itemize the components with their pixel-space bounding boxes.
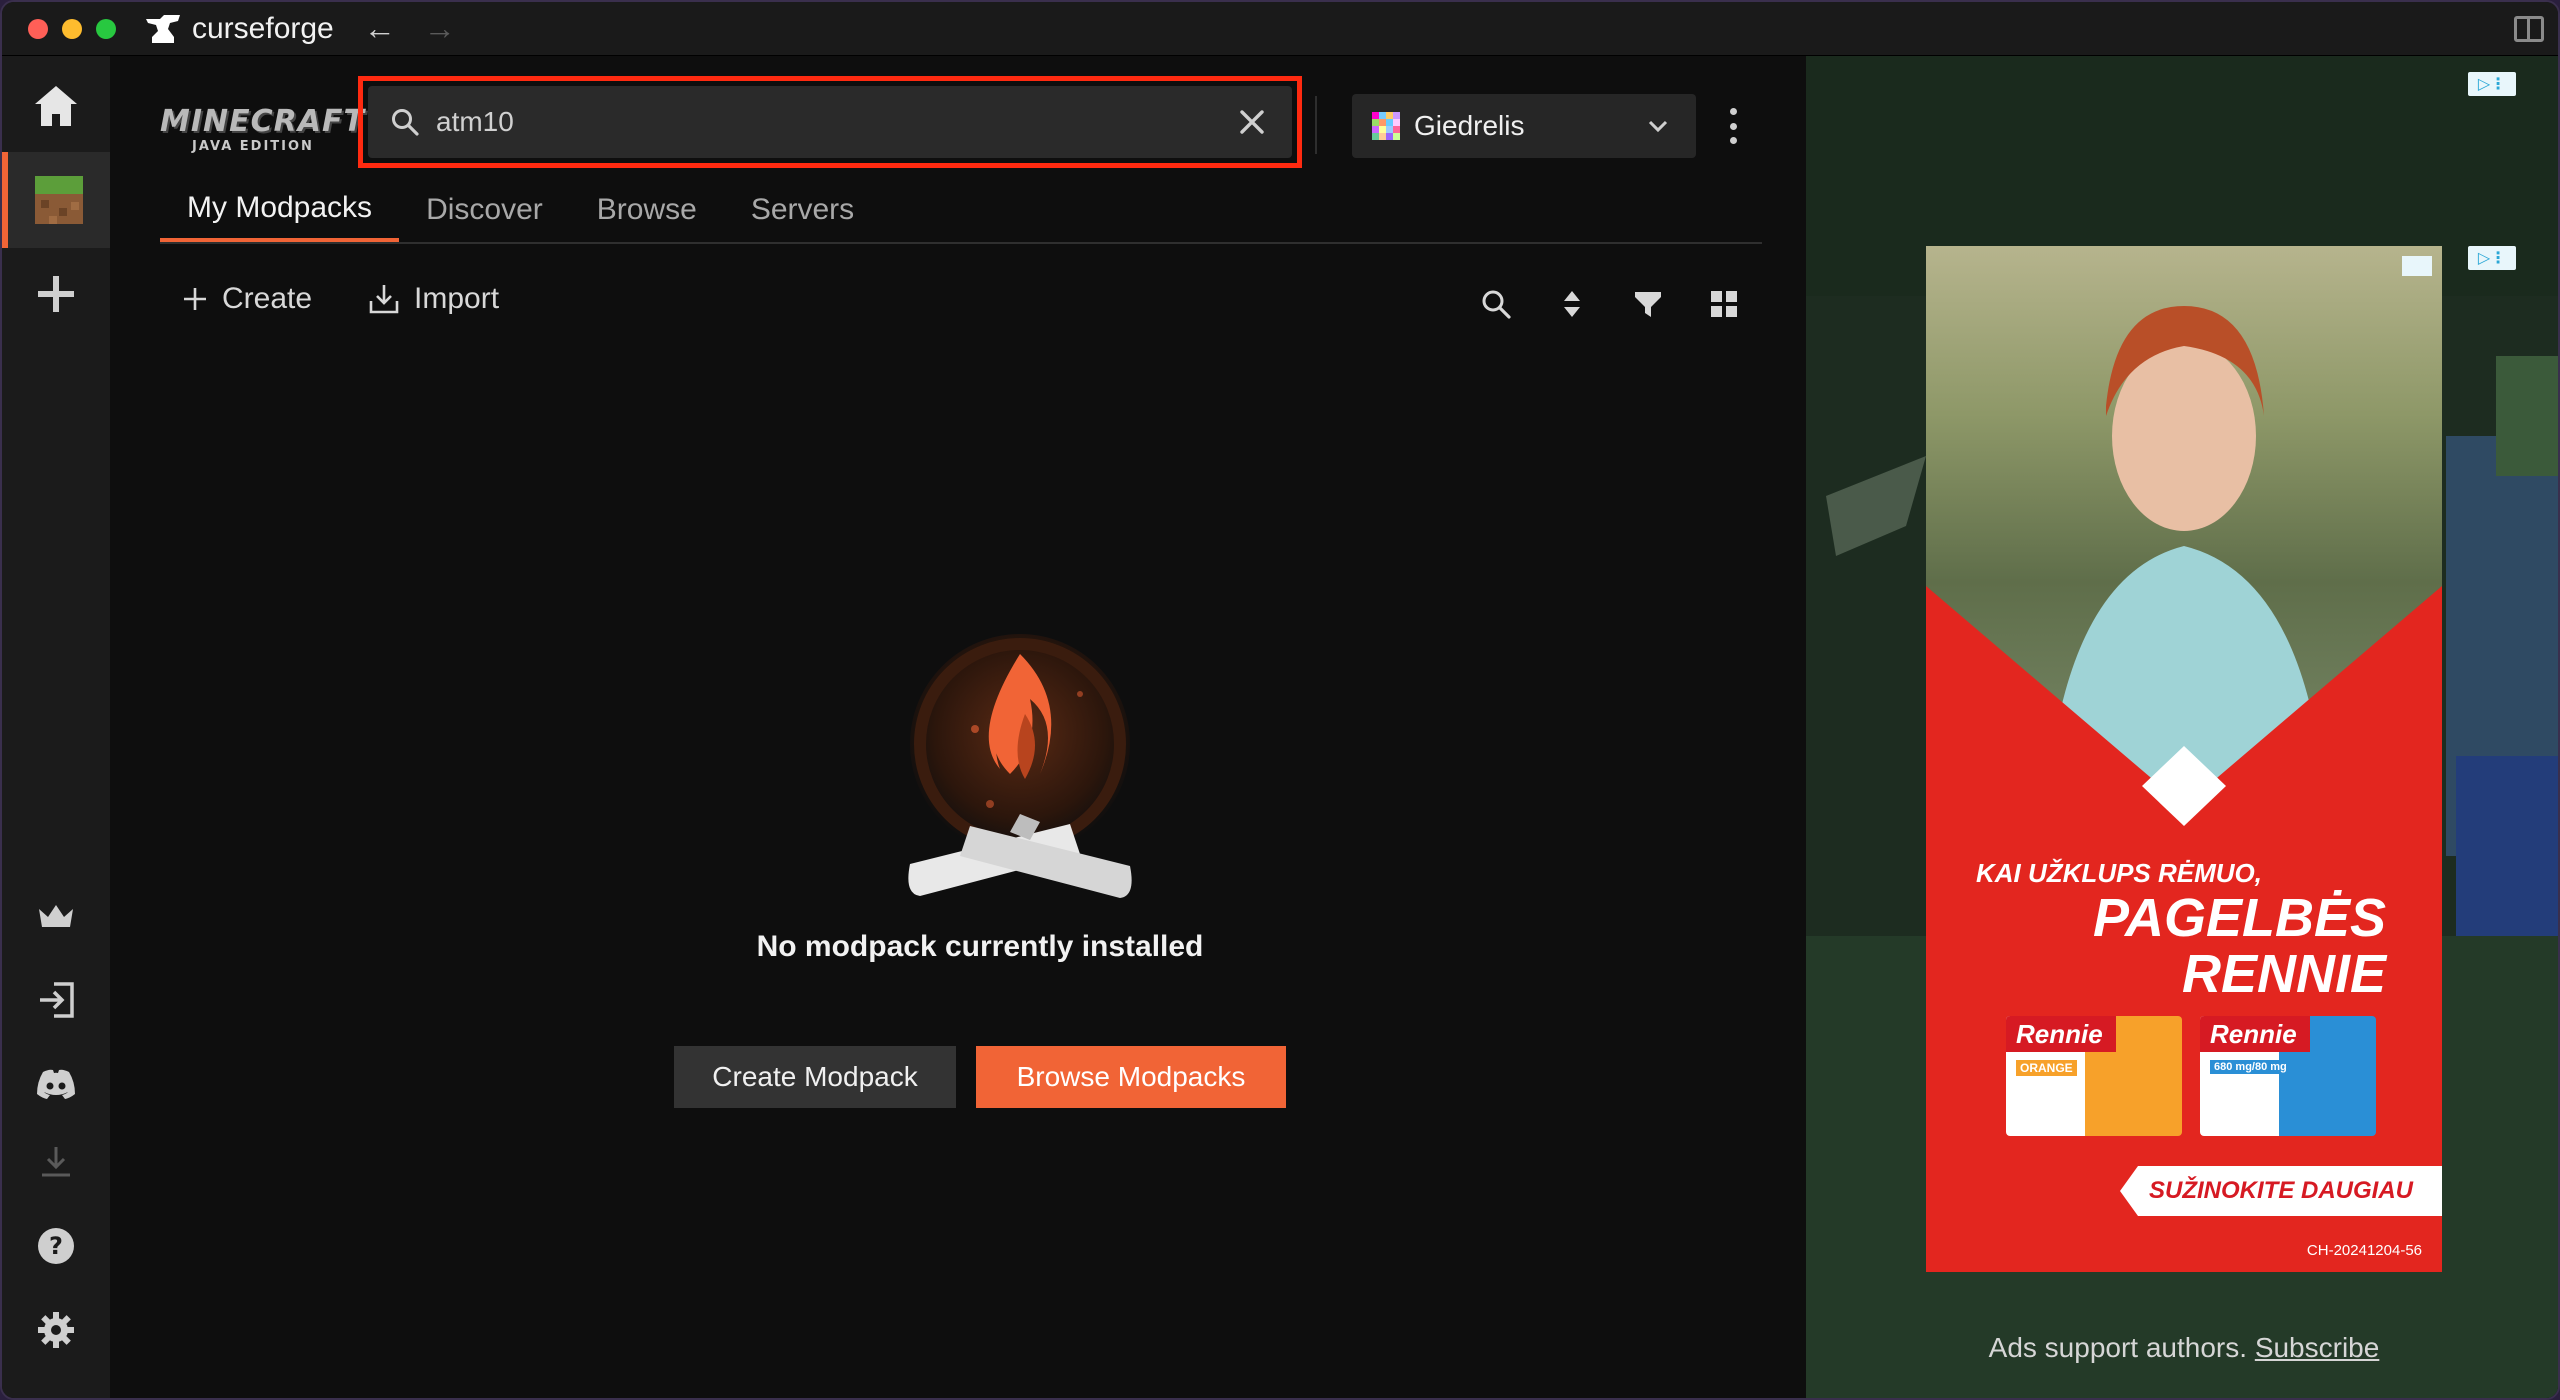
grid-view-icon[interactable] xyxy=(1708,288,1740,320)
sidebar-item-add-game[interactable] xyxy=(2,246,110,342)
app-name: curseforge xyxy=(192,11,334,45)
close-icon[interactable] xyxy=(1236,106,1268,138)
minimize-window-button[interactable] xyxy=(62,18,82,39)
svg-text:?: ? xyxy=(49,1232,63,1260)
ad-panel: ▷⋮ ▷⋮ KAI UŽKLUPS RĖMUO, PAGELBĖS RENNIE… xyxy=(1806,56,2558,1398)
import-icon xyxy=(369,285,399,314)
sidebar-item-home[interactable] xyxy=(2,58,110,154)
home-icon xyxy=(35,86,77,126)
plus-icon xyxy=(38,276,74,312)
sidebar-item-minecraft[interactable] xyxy=(2,152,110,248)
app-brand: curseforge xyxy=(144,12,334,46)
sidebar-item-downloads[interactable] xyxy=(2,1114,110,1210)
login-icon xyxy=(40,982,74,1018)
ads-footer: Ads support authors. Subscribe xyxy=(1806,1332,2558,1364)
ad-headline-line1: PAGELBĖS xyxy=(2092,888,2386,948)
curseforge-logo-icon xyxy=(146,14,180,43)
ad-product-orange: Rennie ORANGE xyxy=(2006,1016,2182,1136)
settings-icon xyxy=(38,1312,74,1348)
back-arrow-icon[interactable]: ← xyxy=(364,10,396,47)
ad-product-blue: Rennie 680 mg/80 mg xyxy=(2200,1016,2376,1136)
campfire-illustration xyxy=(908,634,1132,898)
create-label: Create xyxy=(222,282,313,315)
modpack-toolbar: Create Import xyxy=(182,282,499,316)
chevron-down-icon xyxy=(1648,120,1668,133)
history-nav: ← → xyxy=(364,10,456,47)
more-options-icon[interactable] xyxy=(1728,108,1738,144)
tab-my-modpacks[interactable]: My Modpacks xyxy=(160,178,400,242)
ad-choices-icon[interactable]: ▷⋮ xyxy=(2468,72,2516,96)
ad-banner[interactable]: KAI UŽKLUPS RĖMUO, PAGELBĖS RENNIE Renni… xyxy=(1926,246,2442,1272)
help-icon: ? xyxy=(38,1228,74,1264)
browse-modpacks-button[interactable]: Browse Modpacks xyxy=(976,1046,1286,1108)
logo-title: MINECRAFT xyxy=(160,104,365,139)
title-bar: curseforge ← → xyxy=(2,2,2558,56)
close-window-button[interactable] xyxy=(28,18,48,39)
tab-bar: My Modpacks Discover Browse Servers xyxy=(160,178,1762,244)
search-icon[interactable] xyxy=(1480,288,1512,320)
crown-icon xyxy=(39,905,73,927)
ad-product-dose: 680 mg/80 mg xyxy=(2210,1060,2291,1074)
main-content: MINECRAFT JAVA EDITION Giedrelis xyxy=(110,56,1806,1398)
search-input[interactable] xyxy=(436,106,1216,138)
plus-icon xyxy=(184,288,206,310)
ad-cta-button[interactable]: SUŽINOKITE DAUGIAU xyxy=(2120,1166,2442,1216)
ad-product-logo: Rennie xyxy=(2006,1016,2116,1052)
profile-name: Giedrelis xyxy=(1414,110,1525,141)
discord-icon xyxy=(37,1069,75,1099)
tab-discover[interactable]: Discover xyxy=(399,178,570,242)
profile-selector[interactable]: Giedrelis xyxy=(1352,94,1696,158)
sidebar-toggle-icon[interactable] xyxy=(2514,16,2544,42)
sidebar-item-premium[interactable] xyxy=(2,868,110,964)
create-button[interactable]: Create xyxy=(182,282,312,316)
app-window: curseforge ← → ? MINECRAFT JAVA EDITION … xyxy=(0,0,2560,1400)
ad-product-logo: Rennie xyxy=(2200,1016,2310,1052)
ad-product-flavor: ORANGE xyxy=(2016,1060,2077,1076)
filter-icon[interactable] xyxy=(1632,288,1664,320)
search-icon xyxy=(392,109,419,136)
subscribe-link[interactable]: Subscribe xyxy=(2255,1332,2380,1363)
empty-state-title: No modpack currently installed xyxy=(756,930,1204,963)
forward-arrow-icon[interactable]: → xyxy=(424,10,456,47)
sidebar-item-settings[interactable] xyxy=(2,1282,110,1378)
ad-headline-line2: RENNIE xyxy=(2181,944,2386,1004)
download-icon xyxy=(42,1147,70,1177)
maximize-window-button[interactable] xyxy=(96,18,116,39)
ad-headline-small: KAI UŽKLUPS RĖMUO, xyxy=(1976,858,2262,888)
search-bar[interactable] xyxy=(368,86,1292,158)
ad-code: CH-20241204-56 xyxy=(2306,1242,2422,1259)
tab-servers[interactable]: Servers xyxy=(724,178,881,242)
create-modpack-button[interactable]: Create Modpack xyxy=(674,1046,956,1108)
sidebar-item-help[interactable]: ? xyxy=(2,1198,110,1294)
tab-browse[interactable]: Browse xyxy=(570,178,724,242)
sort-icon[interactable] xyxy=(1556,288,1588,320)
sidebar: ? xyxy=(2,56,110,1398)
import-label: Import xyxy=(414,282,500,315)
avatar xyxy=(1372,112,1400,140)
minecraft-logo[interactable]: MINECRAFT JAVA EDITION xyxy=(160,104,365,156)
ads-footer-text: Ads support authors. xyxy=(1988,1332,2248,1363)
import-button[interactable]: Import xyxy=(368,282,499,316)
window-controls xyxy=(28,18,116,39)
sidebar-item-login[interactable] xyxy=(2,952,110,1048)
minecraft-grass-icon xyxy=(35,176,83,224)
ad-headline: PAGELBĖS RENNIE xyxy=(2093,890,2386,1002)
header-divider xyxy=(1315,96,1317,154)
view-controls xyxy=(1480,288,1740,320)
ad-choices-icon[interactable]: ▷⋮ xyxy=(2468,246,2516,270)
logo-subtitle: JAVA EDITION xyxy=(192,139,314,154)
